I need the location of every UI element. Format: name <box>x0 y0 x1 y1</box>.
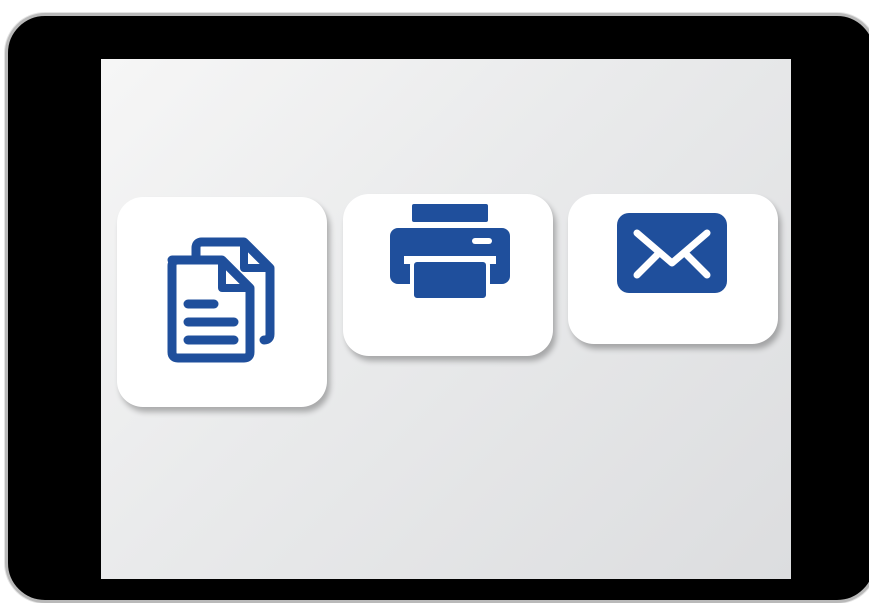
documents-button[interactable] <box>117 197 327 407</box>
mail-icon <box>617 213 727 293</box>
tablet-screen <box>101 59 791 579</box>
documents-icon <box>162 234 280 366</box>
tablet-device-frame <box>5 13 869 603</box>
printer-icon <box>390 204 510 300</box>
print-button[interactable] <box>343 194 553 356</box>
mail-button[interactable] <box>568 194 778 344</box>
